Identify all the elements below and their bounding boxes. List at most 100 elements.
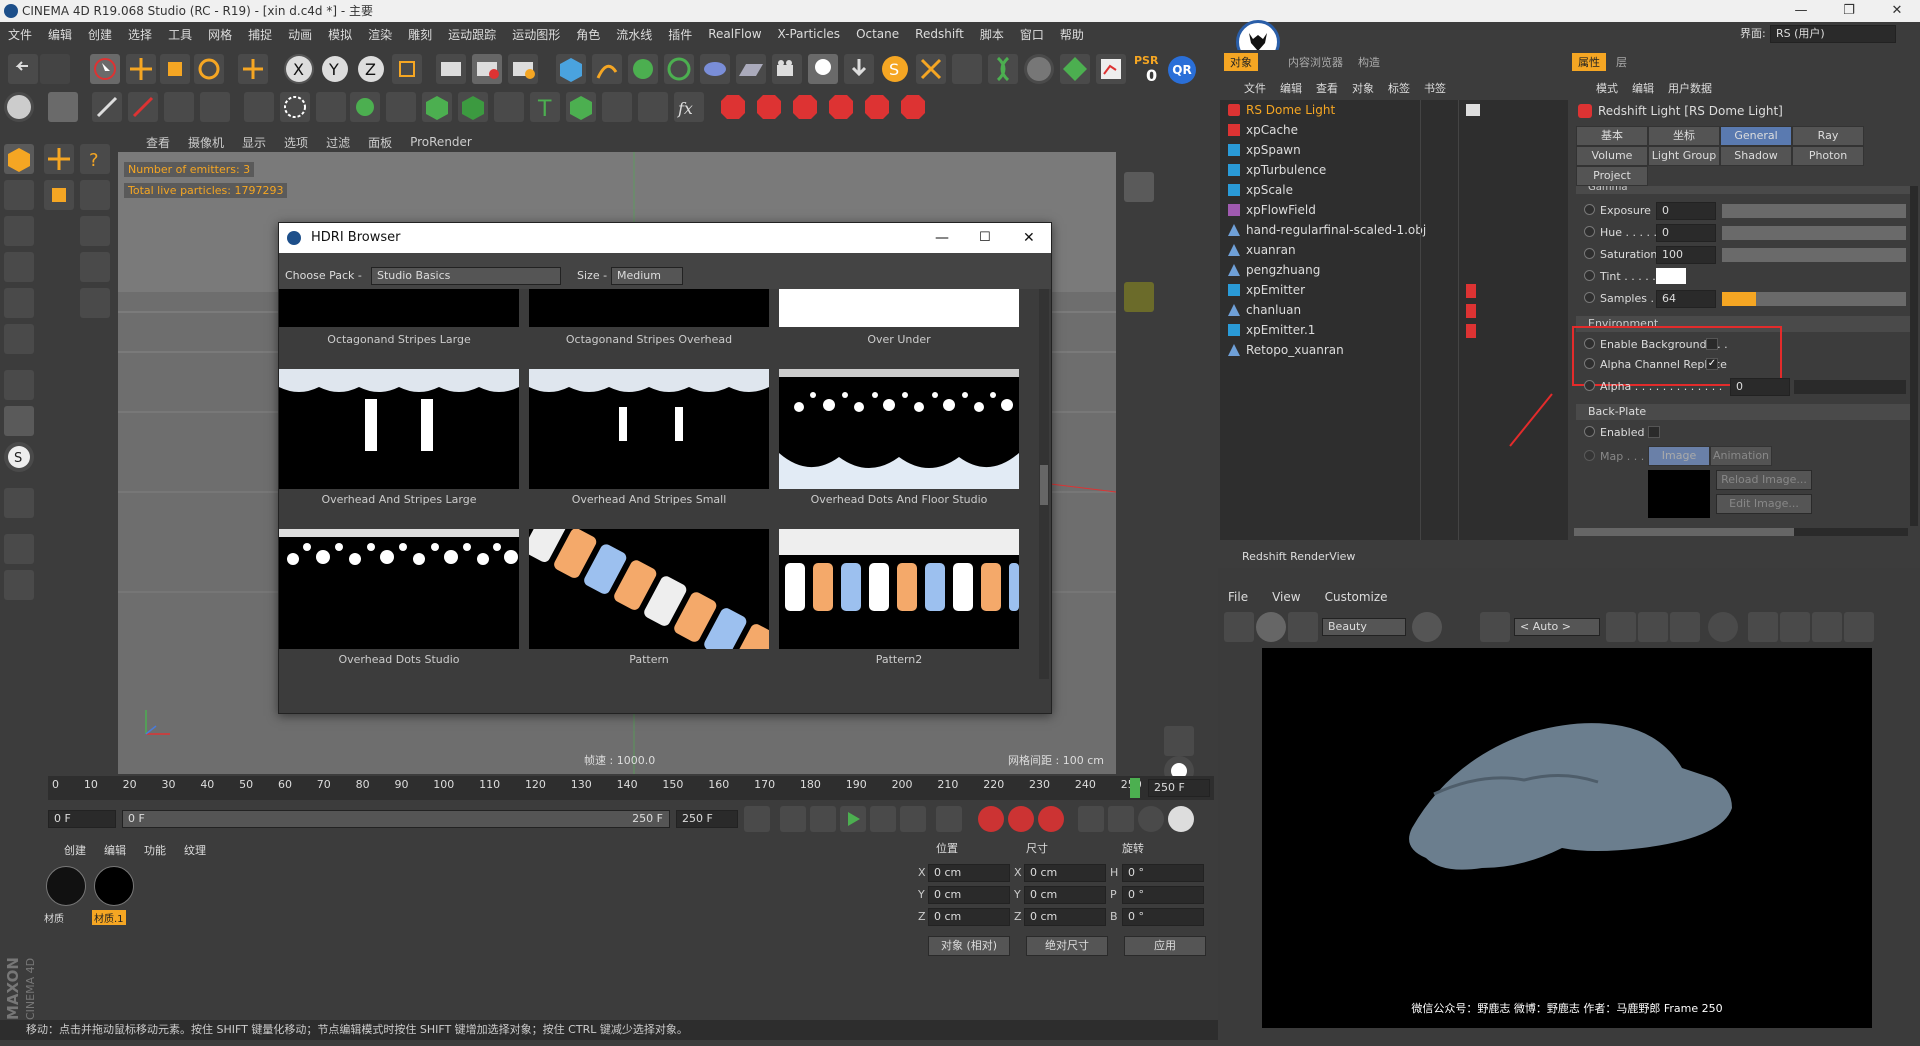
subtab-light-group[interactable]: Light Group (1648, 146, 1720, 166)
refresh-icon[interactable] (1288, 612, 1318, 642)
menu-item[interactable]: 创建 (88, 26, 112, 43)
brush-icon[interactable] (92, 92, 122, 122)
clapper-icon[interactable] (1224, 612, 1254, 642)
select-tool-icon[interactable] (90, 54, 120, 84)
object-row[interactable]: hand-regularfinal-scaled-1.obj (1228, 220, 1426, 240)
redshift-environment-icon[interactable] (790, 92, 820, 122)
saturation-field[interactable]: 100 (1656, 246, 1716, 264)
enabled-checkbox[interactable] (1648, 426, 1660, 438)
object-row[interactable]: xpFlowField (1228, 200, 1316, 220)
rect-select-icon[interactable] (80, 216, 110, 246)
scale-icon[interactable] (44, 180, 74, 210)
material-menu-item[interactable]: 纹理 (184, 842, 206, 858)
menu-item[interactable]: 帮助 (1060, 26, 1084, 43)
tab-layers[interactable]: 层 (1616, 54, 1627, 70)
tab-objects[interactable]: 对象 (1224, 53, 1258, 71)
graph-icon[interactable] (1096, 54, 1126, 84)
aov-dropdown[interactable]: Beauty (1322, 618, 1406, 636)
subtab-project[interactable]: Project (1576, 166, 1648, 186)
subtab-photon[interactable]: Photon (1792, 146, 1864, 166)
renderview-menu-item[interactable]: View (1272, 590, 1300, 604)
poly-select-icon[interactable] (80, 288, 110, 318)
hdri-thumbnail[interactable] (529, 369, 769, 489)
position-x-field[interactable]: 0 cm (928, 864, 1010, 882)
viewport-menu-item[interactable]: 过滤 (326, 134, 350, 151)
viewport-menu-item[interactable]: 选项 (284, 134, 308, 151)
maximize-button[interactable]: ❐ (1826, 0, 1872, 22)
key-move-icon[interactable] (1078, 806, 1104, 832)
rotate-tool-icon[interactable] (194, 54, 224, 84)
dna-icon[interactable] (988, 54, 1018, 84)
points-mode-icon[interactable] (4, 252, 34, 282)
material-slot[interactable]: 材质 (44, 864, 88, 925)
timeline-ruler[interactable]: 0 10 20 30 40 50 60 70 80 90 100 110 120 130 140 150 160… (48, 776, 1214, 800)
map-anim-dot[interactable] (1584, 450, 1595, 461)
hdri-close-button[interactable]: ✕ (1023, 223, 1035, 253)
enabled-anim-dot[interactable] (1584, 426, 1595, 437)
tweak-mode-icon[interactable] (4, 406, 34, 436)
green-cube2-icon[interactable] (458, 92, 488, 122)
rotation-h-field[interactable]: 0 ° (1122, 864, 1204, 882)
next-frame-icon[interactable] (870, 806, 896, 832)
end-frame-field[interactable]: 250 F (676, 810, 738, 828)
key-scale-icon[interactable] (1108, 806, 1134, 832)
hdri-thumbnail[interactable] (529, 289, 769, 327)
viewport-menu-item[interactable]: 摄像机 (188, 134, 224, 151)
material-tool-icon[interactable] (1124, 282, 1154, 312)
help-icon[interactable]: ? (80, 144, 110, 174)
model-mode-icon[interactable] (4, 92, 34, 122)
menu-item[interactable]: 文件 (8, 26, 32, 43)
tab-structure[interactable]: 构造 (1358, 54, 1380, 70)
counter-icon[interactable] (1164, 726, 1194, 756)
size-dropdown[interactable]: Medium (611, 267, 683, 285)
deformer-icon[interactable] (700, 54, 730, 84)
render-output-image[interactable]: 微信公众号：野鹿志 微博：野鹿志 作者：马鹿野郎 Frame 250 (1262, 648, 1872, 1028)
menu-item[interactable]: 工具 (168, 26, 192, 43)
redo-icon[interactable] (40, 54, 70, 84)
scale-tool-icon[interactable] (160, 54, 190, 84)
menu-item[interactable]: 选择 (128, 26, 152, 43)
workplane-icon[interactable] (48, 92, 78, 122)
key-param-icon[interactable] (1168, 806, 1194, 832)
viewport-menu-item[interactable]: 查看 (146, 134, 170, 151)
render-view-icon[interactable] (436, 54, 466, 84)
fx-icon[interactable]: fx (674, 92, 704, 122)
lock-workplane-icon[interactable] (4, 534, 34, 564)
light-icon[interactable] (808, 54, 838, 84)
delete-image-icon[interactable] (1812, 612, 1842, 642)
goto-end-icon[interactable] (936, 806, 962, 832)
saturation-slider[interactable] (1722, 248, 1906, 262)
hdri-thumbnail[interactable] (279, 289, 519, 327)
redshift-object-icon[interactable] (718, 92, 748, 122)
move-icon[interactable] (44, 144, 74, 174)
object-row[interactable]: xpEmitter (1228, 280, 1305, 300)
hdri-thumbnail[interactable] (279, 529, 519, 649)
x-axis-icon[interactable]: X (284, 54, 314, 84)
s-plugin-icon[interactable]: S (880, 54, 910, 84)
menu-item[interactable]: 捕捉 (248, 26, 272, 43)
green-cube-icon[interactable] (422, 92, 452, 122)
redshift-proxy-icon[interactable] (898, 92, 928, 122)
bend-icon[interactable] (638, 92, 668, 122)
menu-item[interactable]: 插件 (668, 26, 692, 43)
alpha-anim-dot[interactable] (1584, 380, 1595, 391)
points-icon[interactable] (244, 92, 274, 122)
menu-item[interactable]: 网格 (208, 26, 232, 43)
hdri-thumbnail[interactable] (779, 529, 1019, 649)
subtab-ray[interactable]: Ray (1792, 126, 1864, 146)
realflow-icon[interactable] (952, 54, 982, 84)
hook-icon[interactable] (494, 92, 524, 122)
subtab-coord[interactable]: 坐标 (1648, 126, 1720, 146)
crop-icon[interactable] (1480, 612, 1510, 642)
object-menu-item[interactable]: 编辑 (1280, 80, 1302, 96)
menu-item[interactable]: X-Particles (778, 27, 841, 41)
alpha-field[interactable]: 0 (1730, 378, 1790, 396)
subtab-general[interactable]: General (1720, 126, 1792, 146)
attribute-hscrollbar[interactable] (1574, 528, 1908, 536)
object-menu-item[interactable]: 书签 (1424, 80, 1446, 96)
samples-slider[interactable] (1722, 292, 1906, 306)
coord-system-icon[interactable] (392, 54, 422, 84)
attribute-menu-item[interactable]: 用户数据 (1668, 80, 1712, 96)
hdri-thumbnail[interactable] (524, 512, 777, 674)
polygons-mode-icon[interactable] (4, 324, 34, 354)
